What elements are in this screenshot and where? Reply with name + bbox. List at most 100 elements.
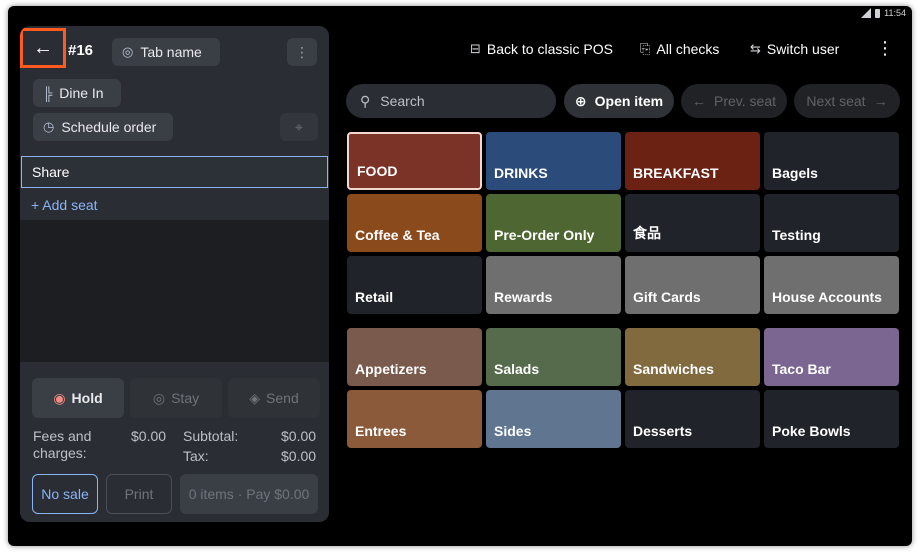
- categories-tile-label: Retail: [355, 289, 394, 305]
- items-tile[interactable]: Appetizers: [347, 328, 482, 386]
- categories-tile[interactable]: DRINKS: [486, 132, 621, 190]
- send-icon: ◈: [249, 389, 261, 406]
- more-vert-icon: ⋮: [876, 38, 894, 58]
- next-seat-label: Next seat: [806, 93, 866, 109]
- tag-icon: ⌖: [295, 118, 303, 135]
- seat-share-row[interactable]: Share: [21, 156, 328, 188]
- items-tile[interactable]: Sides: [486, 390, 621, 448]
- subtotal-value: $0.00: [281, 428, 317, 444]
- no-sale-button[interactable]: No sale: [32, 474, 98, 514]
- receipt-icon: ⎘: [640, 41, 651, 56]
- items-tile[interactable]: Salads: [486, 328, 621, 386]
- tax-label: Tax:: [183, 448, 209, 464]
- order-footer: ◉ Hold ◎ Stay ◈ Send Fees and charges: $…: [20, 368, 329, 522]
- arrow-left-icon: ←: [692, 93, 706, 109]
- tax-value: $0.00: [281, 448, 317, 464]
- categories-tile[interactable]: Bagels: [764, 132, 899, 190]
- dine-in-button[interactable]: ╠ Dine In: [33, 79, 121, 107]
- print-button[interactable]: Print: [106, 474, 172, 514]
- dine-in-label: Dine In: [59, 85, 104, 101]
- all-checks-link[interactable]: ⎘ All checks: [640, 38, 719, 60]
- items-tile[interactable]: Poke Bowls: [764, 390, 899, 448]
- classic-pos-label: Back to classic POS: [486, 41, 613, 57]
- send-button[interactable]: ◈ Send: [228, 378, 320, 418]
- hold-label: Hold: [71, 390, 103, 406]
- order-menu-button[interactable]: ⋮: [287, 38, 317, 66]
- back-button[interactable]: ←: [20, 28, 66, 68]
- tab-name-button[interactable]: ◎ Tab name: [112, 38, 220, 66]
- open-item-label: Open item: [594, 93, 664, 109]
- fees-label: Fees and charges:: [33, 428, 92, 461]
- status-time: 11:54: [884, 8, 906, 18]
- next-seat-button[interactable]: Next seat →: [794, 84, 900, 118]
- add-seat-button[interactable]: + Add seat: [20, 191, 329, 219]
- discount-button[interactable]: ⌖: [280, 113, 318, 141]
- cutlery-icon: ╠: [43, 85, 53, 101]
- seat-items-area: [20, 220, 329, 362]
- items-tile[interactable]: Desserts: [625, 390, 760, 448]
- categories-tile[interactable]: BREAKFAST: [625, 132, 760, 190]
- categories-tile[interactable]: Retail: [347, 256, 482, 314]
- subtotal-label: Subtotal:: [183, 428, 239, 444]
- categories-tile[interactable]: 食品: [625, 194, 760, 252]
- open-item-button[interactable]: ⊕ Open item: [564, 84, 674, 118]
- hold-button[interactable]: ◉ Hold: [32, 378, 124, 418]
- tab-name-label: Tab name: [140, 44, 202, 60]
- items-tile-label: Appetizers: [355, 361, 427, 377]
- search-placeholder: Search: [380, 93, 425, 109]
- more-vert-icon: ⋮: [295, 43, 309, 60]
- search-input[interactable]: ⚲ Search: [346, 84, 556, 118]
- send-label: Send: [266, 390, 299, 406]
- pos-screen: 11:54 ← #16 ◎ Tab name ⋮ ╠ Dine In ◷ Sch…: [8, 6, 912, 546]
- switch-user-link[interactable]: ⇆ Switch user: [750, 38, 839, 60]
- signal-icon: [861, 8, 872, 18]
- categories-tile[interactable]: Rewards: [486, 256, 621, 314]
- swap-icon: ⇆: [750, 41, 761, 56]
- clock-icon: ◷: [43, 119, 55, 134]
- print-label: Print: [124, 486, 154, 502]
- order-number: #16: [68, 42, 94, 59]
- arrow-right-icon: →: [873, 93, 888, 109]
- items-tile-label: Poke Bowls: [772, 423, 851, 439]
- stay-button[interactable]: ◎ Stay: [130, 378, 222, 418]
- prev-seat-button[interactable]: ← Prev. seat: [681, 84, 787, 118]
- items-tile-label: Entrees: [355, 423, 407, 439]
- schedule-order-label: Schedule order: [61, 119, 157, 135]
- register-icon: ⊟: [470, 41, 481, 56]
- switch-user-label: Switch user: [766, 41, 840, 57]
- categories-tile-label: 食品: [633, 225, 661, 241]
- items-tile-label: Desserts: [633, 423, 693, 439]
- items-tile[interactable]: Entrees: [347, 390, 482, 448]
- stay-icon: ◎: [152, 389, 166, 406]
- categories-tile[interactable]: Gift Cards: [625, 256, 760, 314]
- items-tile[interactable]: Taco Bar: [764, 328, 899, 386]
- schedule-order-button[interactable]: ◷ Schedule order: [33, 113, 173, 141]
- categories-tile-label: DRINKS: [494, 165, 548, 181]
- arrow-left-icon: ←: [33, 36, 53, 59]
- categories-tile[interactable]: Testing: [764, 194, 899, 252]
- categories-tile[interactable]: Coffee & Tea: [347, 194, 482, 252]
- categories-tile-label: Gift Cards: [633, 289, 701, 305]
- no-sale-label: No sale: [41, 486, 89, 502]
- items-tile[interactable]: Sandwiches: [625, 328, 760, 386]
- pay-label: 0 items · Pay $0.00: [188, 486, 310, 502]
- categories-tile-label: BREAKFAST: [633, 165, 719, 181]
- categories-tile[interactable]: Pre-Order Only: [486, 194, 621, 252]
- categories-tile[interactable]: FOOD: [347, 132, 482, 190]
- top-menu-button[interactable]: ⋮: [876, 38, 894, 59]
- battery-icon: [875, 8, 881, 18]
- all-checks-label: All checks: [656, 41, 720, 57]
- pay-button[interactable]: 0 items · Pay $0.00: [180, 474, 318, 514]
- search-icon: ⚲: [360, 92, 371, 109]
- items-tile-label: Sides: [494, 423, 532, 439]
- stay-label: Stay: [171, 390, 200, 406]
- back-to-classic-pos-link[interactable]: ⊟ Back to classic POS: [470, 38, 613, 60]
- categories-tile-label: FOOD: [357, 163, 398, 179]
- items-tile-label: Sandwiches: [633, 361, 714, 377]
- hold-icon: ◉: [53, 389, 66, 406]
- status-bar: 11:54: [861, 6, 906, 20]
- seat-share-label: Share: [32, 164, 70, 180]
- plus-circle-icon: ⊕: [574, 92, 587, 109]
- categories-tile[interactable]: House Accounts: [764, 256, 899, 314]
- fees-value: $0.00: [131, 428, 167, 444]
